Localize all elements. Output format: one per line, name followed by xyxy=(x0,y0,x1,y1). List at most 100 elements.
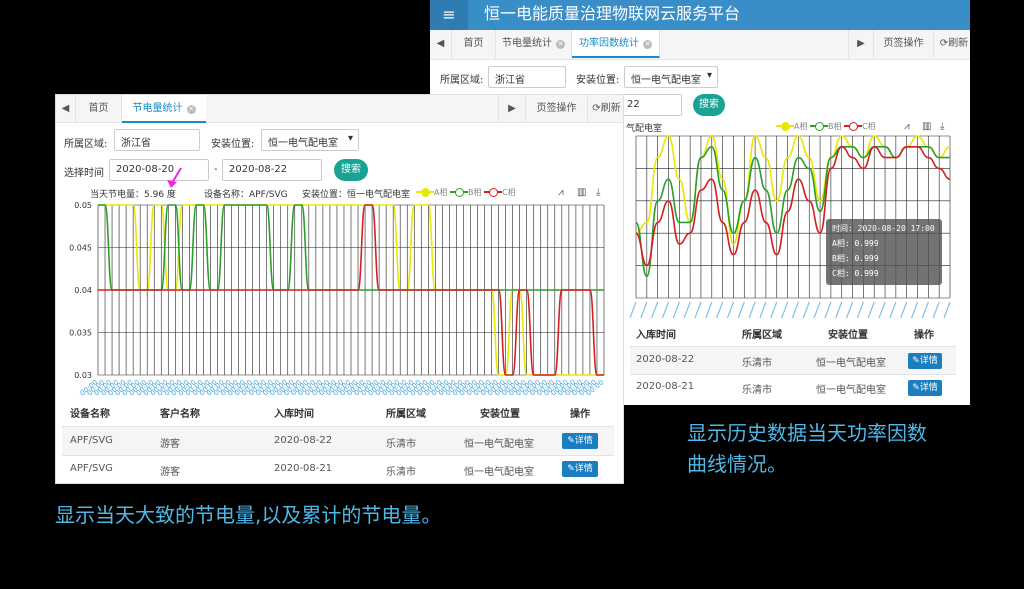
tooltip-time: 时间: 2020-08-20 17:00 xyxy=(832,224,935,233)
x-tick-label xyxy=(726,301,735,319)
col-header-region: 所属区域 xyxy=(742,330,782,341)
x-tick-label xyxy=(651,301,659,319)
detail-button[interactable]: ✎详情 xyxy=(908,353,942,369)
y-tick-label: 0.04 xyxy=(74,286,92,295)
download-icon[interactable]: ⤓ xyxy=(596,187,600,198)
install-label: 安装位置: xyxy=(576,75,620,86)
row-region: 乐清市 xyxy=(742,358,772,369)
tab-home[interactable]: 首页 xyxy=(76,95,122,123)
tab-scroll-right-icon[interactable]: ▶ xyxy=(848,30,874,58)
date-start-input[interactable]: 2020-08-20 xyxy=(109,159,209,181)
install-select[interactable]: 恒一电气配电室 xyxy=(624,66,718,88)
x-tick-label xyxy=(943,301,951,319)
tab-ops-button[interactable]: 页签操作 xyxy=(874,30,934,58)
legend-a-icon xyxy=(776,121,794,131)
legend-a-icon xyxy=(416,187,434,197)
close-icon[interactable]: ✕ xyxy=(556,40,565,49)
x-tick-label xyxy=(672,301,680,319)
row-divider xyxy=(630,374,956,375)
x-tick-label xyxy=(813,301,821,319)
region-label: 所属区域: xyxy=(64,139,108,150)
col-header-customer: 客户名称 xyxy=(160,409,200,420)
x-tick-label xyxy=(770,301,778,319)
tooltip-b: B相: 0.999 xyxy=(832,254,879,263)
x-tick-label xyxy=(932,301,940,319)
row-location: 恒一电气配电室 xyxy=(464,467,534,478)
caption-left: 显示当天大致的节电量,以及累计的节电量。 xyxy=(55,503,442,527)
x-tick-label xyxy=(705,301,713,319)
date-end-input[interactable]: 2020-08-22 xyxy=(222,159,322,181)
row-date: 2020-08-21 xyxy=(274,463,333,474)
row-date: 2020-08-21 xyxy=(636,381,695,392)
edit-icon: ✎ xyxy=(912,356,920,366)
app-title: 恒一电能质量治理物联网云服务平台 xyxy=(484,4,741,23)
tab-label: 节电量统计 xyxy=(132,103,183,114)
download-icon[interactable]: ⤓ xyxy=(940,121,944,132)
legend-c-icon xyxy=(844,121,863,131)
row-location: 恒一电气配电室 xyxy=(816,385,886,396)
tab-power-factor[interactable]: 功率因数统计 ✕ xyxy=(572,30,660,58)
date-end-input[interactable]: 22 xyxy=(620,94,682,116)
edit-icon: ✎ xyxy=(912,383,920,393)
x-tick-label xyxy=(845,301,854,319)
install-select[interactable]: 恒一电气配电室 xyxy=(261,129,359,151)
tab-scroll-left-icon[interactable]: ◀ xyxy=(56,95,76,123)
region-input[interactable]: 浙江省 xyxy=(488,66,566,88)
x-tick-label xyxy=(661,301,670,319)
refresh-button[interactable]: ⟳刷新 xyxy=(934,30,970,58)
tab-home[interactable]: 首页 xyxy=(452,30,496,58)
pointer-arrow-icon xyxy=(167,167,182,188)
refresh-icon: ⟳ xyxy=(939,38,949,49)
legend-a-label: A相 xyxy=(794,122,808,131)
detail-button[interactable]: ✎详情 xyxy=(562,433,598,449)
row-region: 乐清市 xyxy=(386,439,416,450)
caption-right-line2: 曲线情况。 xyxy=(687,452,787,476)
bar-chart-icon[interactable]: ▥ xyxy=(922,121,931,132)
front-window: ◀ 首页 节电量统计 ✕ ▶ 页签操作 ⟳刷新 所属区域: 浙江省 安装位置: 恒… xyxy=(55,94,624,484)
region-input[interactable]: 浙江省 xyxy=(114,129,200,151)
bar-chart-icon[interactable]: ▥ xyxy=(577,187,586,198)
close-icon[interactable]: ✕ xyxy=(643,40,652,49)
tab-energy-saving[interactable]: 节电量统计 ✕ xyxy=(496,30,572,58)
col-header-action: 操作 xyxy=(914,330,934,341)
tab-energy-saving[interactable]: 节电量统计 ✕ xyxy=(122,95,206,123)
detail-label: 详情 xyxy=(574,436,593,446)
front-tab-bar: ◀ 首页 节电量统计 ✕ ▶ 页签操作 ⟳刷新 xyxy=(56,95,623,123)
tab-ops-button[interactable]: 页签操作 xyxy=(526,95,588,123)
x-tick-label xyxy=(694,301,702,319)
detail-button[interactable]: ✎详情 xyxy=(562,461,598,477)
x-tick-label xyxy=(824,301,832,319)
col-header-date: 入库时间 xyxy=(636,330,676,341)
menu-toggle-icon[interactable]: ≡ xyxy=(430,0,468,30)
tab-scroll-right-icon[interactable]: ▶ xyxy=(498,95,526,123)
date-separator: - xyxy=(214,164,218,175)
row-date: 2020-08-22 xyxy=(274,435,333,446)
line-chart-icon[interactable]: ⩘ xyxy=(904,121,910,132)
row-region: 乐清市 xyxy=(386,467,416,478)
search-button[interactable]: 搜索 xyxy=(334,159,368,181)
detail-button[interactable]: ✎详情 xyxy=(908,380,942,396)
tab-scroll-left-icon[interactable]: ◀ xyxy=(430,30,452,58)
legend-b-label: B相 xyxy=(828,122,842,131)
tooltip-a: A相: 0.999 xyxy=(832,239,879,248)
refresh-button[interactable]: ⟳刷新 xyxy=(588,95,623,123)
row-location: 恒一电气配电室 xyxy=(464,439,534,450)
line-chart-icon[interactable]: ⩘ xyxy=(558,187,564,198)
y-tick-label: 0.05 xyxy=(74,201,92,210)
legend-b-icon xyxy=(810,121,829,131)
install-label: 安装位置: xyxy=(211,139,255,150)
energy-saving-chart: 0.050.0450.040.0350.0302-00:0002-00:0002… xyxy=(69,201,605,395)
close-icon[interactable]: ✕ xyxy=(186,105,196,114)
x-tick-label xyxy=(748,301,756,319)
x-tick-label xyxy=(630,301,637,319)
col-header-device: 设备名称 xyxy=(70,409,110,420)
chart-caption: 气配电室 xyxy=(626,124,663,134)
x-tick-label xyxy=(910,301,919,319)
chart-tooltip: 时间: 2020-08-20 17:00 A相: 0.999 B相: 0.999… xyxy=(826,219,942,285)
edit-icon: ✎ xyxy=(567,464,575,474)
front-legend: A相 B相 C相 xyxy=(416,187,516,198)
search-button[interactable]: 搜索 xyxy=(693,94,725,116)
row-customer: 游客 xyxy=(160,467,180,478)
x-tick-label xyxy=(791,301,799,319)
detail-label: 详情 xyxy=(919,383,938,393)
